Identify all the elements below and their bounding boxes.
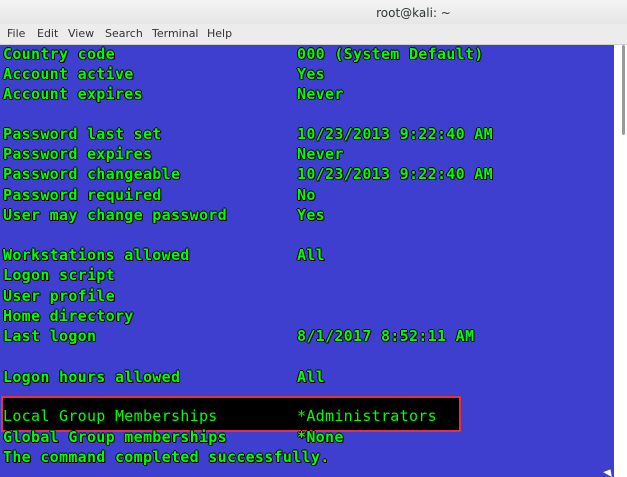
- title-bar[interactable]: root@kali: ~: [0, 0, 627, 24]
- terminal-line: User profile: [3, 287, 115, 305]
- menu-bar: File Edit View Search Terminal Help: [0, 24, 627, 45]
- mouse-cursor-icon: [603, 466, 614, 477]
- menu-search[interactable]: Search: [105, 27, 143, 40]
- terminal-line: Country code 000 (System Default): [3, 45, 484, 63]
- terminal-line: Logon script: [3, 266, 115, 284]
- terminal-line: Password required No: [3, 186, 316, 204]
- menu-file[interactable]: File: [7, 27, 25, 40]
- menu-terminal[interactable]: Terminal: [152, 27, 199, 40]
- terminal-line: Global Group memberships *None: [3, 428, 344, 446]
- terminal-line: Last logon 8/1/2017 8:52:11 AM: [3, 327, 475, 345]
- terminal-line: Password last set 10/23/2013 9:22:40 AM: [3, 125, 493, 143]
- terminal-line: Account active Yes: [3, 65, 325, 83]
- menu-help[interactable]: Help: [207, 27, 232, 40]
- scrollbar[interactable]: [614, 45, 627, 477]
- terminal-line: The command completed successfully.: [3, 448, 330, 466]
- highlighted-line: Local Group Memberships *Administrators: [3, 407, 437, 425]
- terminal-window: root@kali: ~ File Edit View Search Termi…: [0, 0, 627, 477]
- terminal-output[interactable]: Country code 000 (System Default) Account…: [0, 45, 614, 477]
- menu-view[interactable]: View: [68, 27, 94, 40]
- terminal-line: Account expires Never: [3, 85, 344, 103]
- terminal-line: Password changeable 10/23/2013 9:22:40 AM: [3, 165, 493, 183]
- scrollbar-thumb[interactable]: [622, 45, 625, 135]
- terminal-line: Logon hours allowed All: [3, 368, 325, 386]
- terminal-line: Password expires Never: [3, 145, 344, 163]
- menu-edit[interactable]: Edit: [37, 27, 58, 40]
- window-title: root@kali: ~: [376, 6, 451, 20]
- terminal-line: Workstations allowed All: [3, 246, 325, 264]
- terminal-line: Home directory: [3, 307, 134, 325]
- terminal-line: User may change password Yes: [3, 206, 325, 224]
